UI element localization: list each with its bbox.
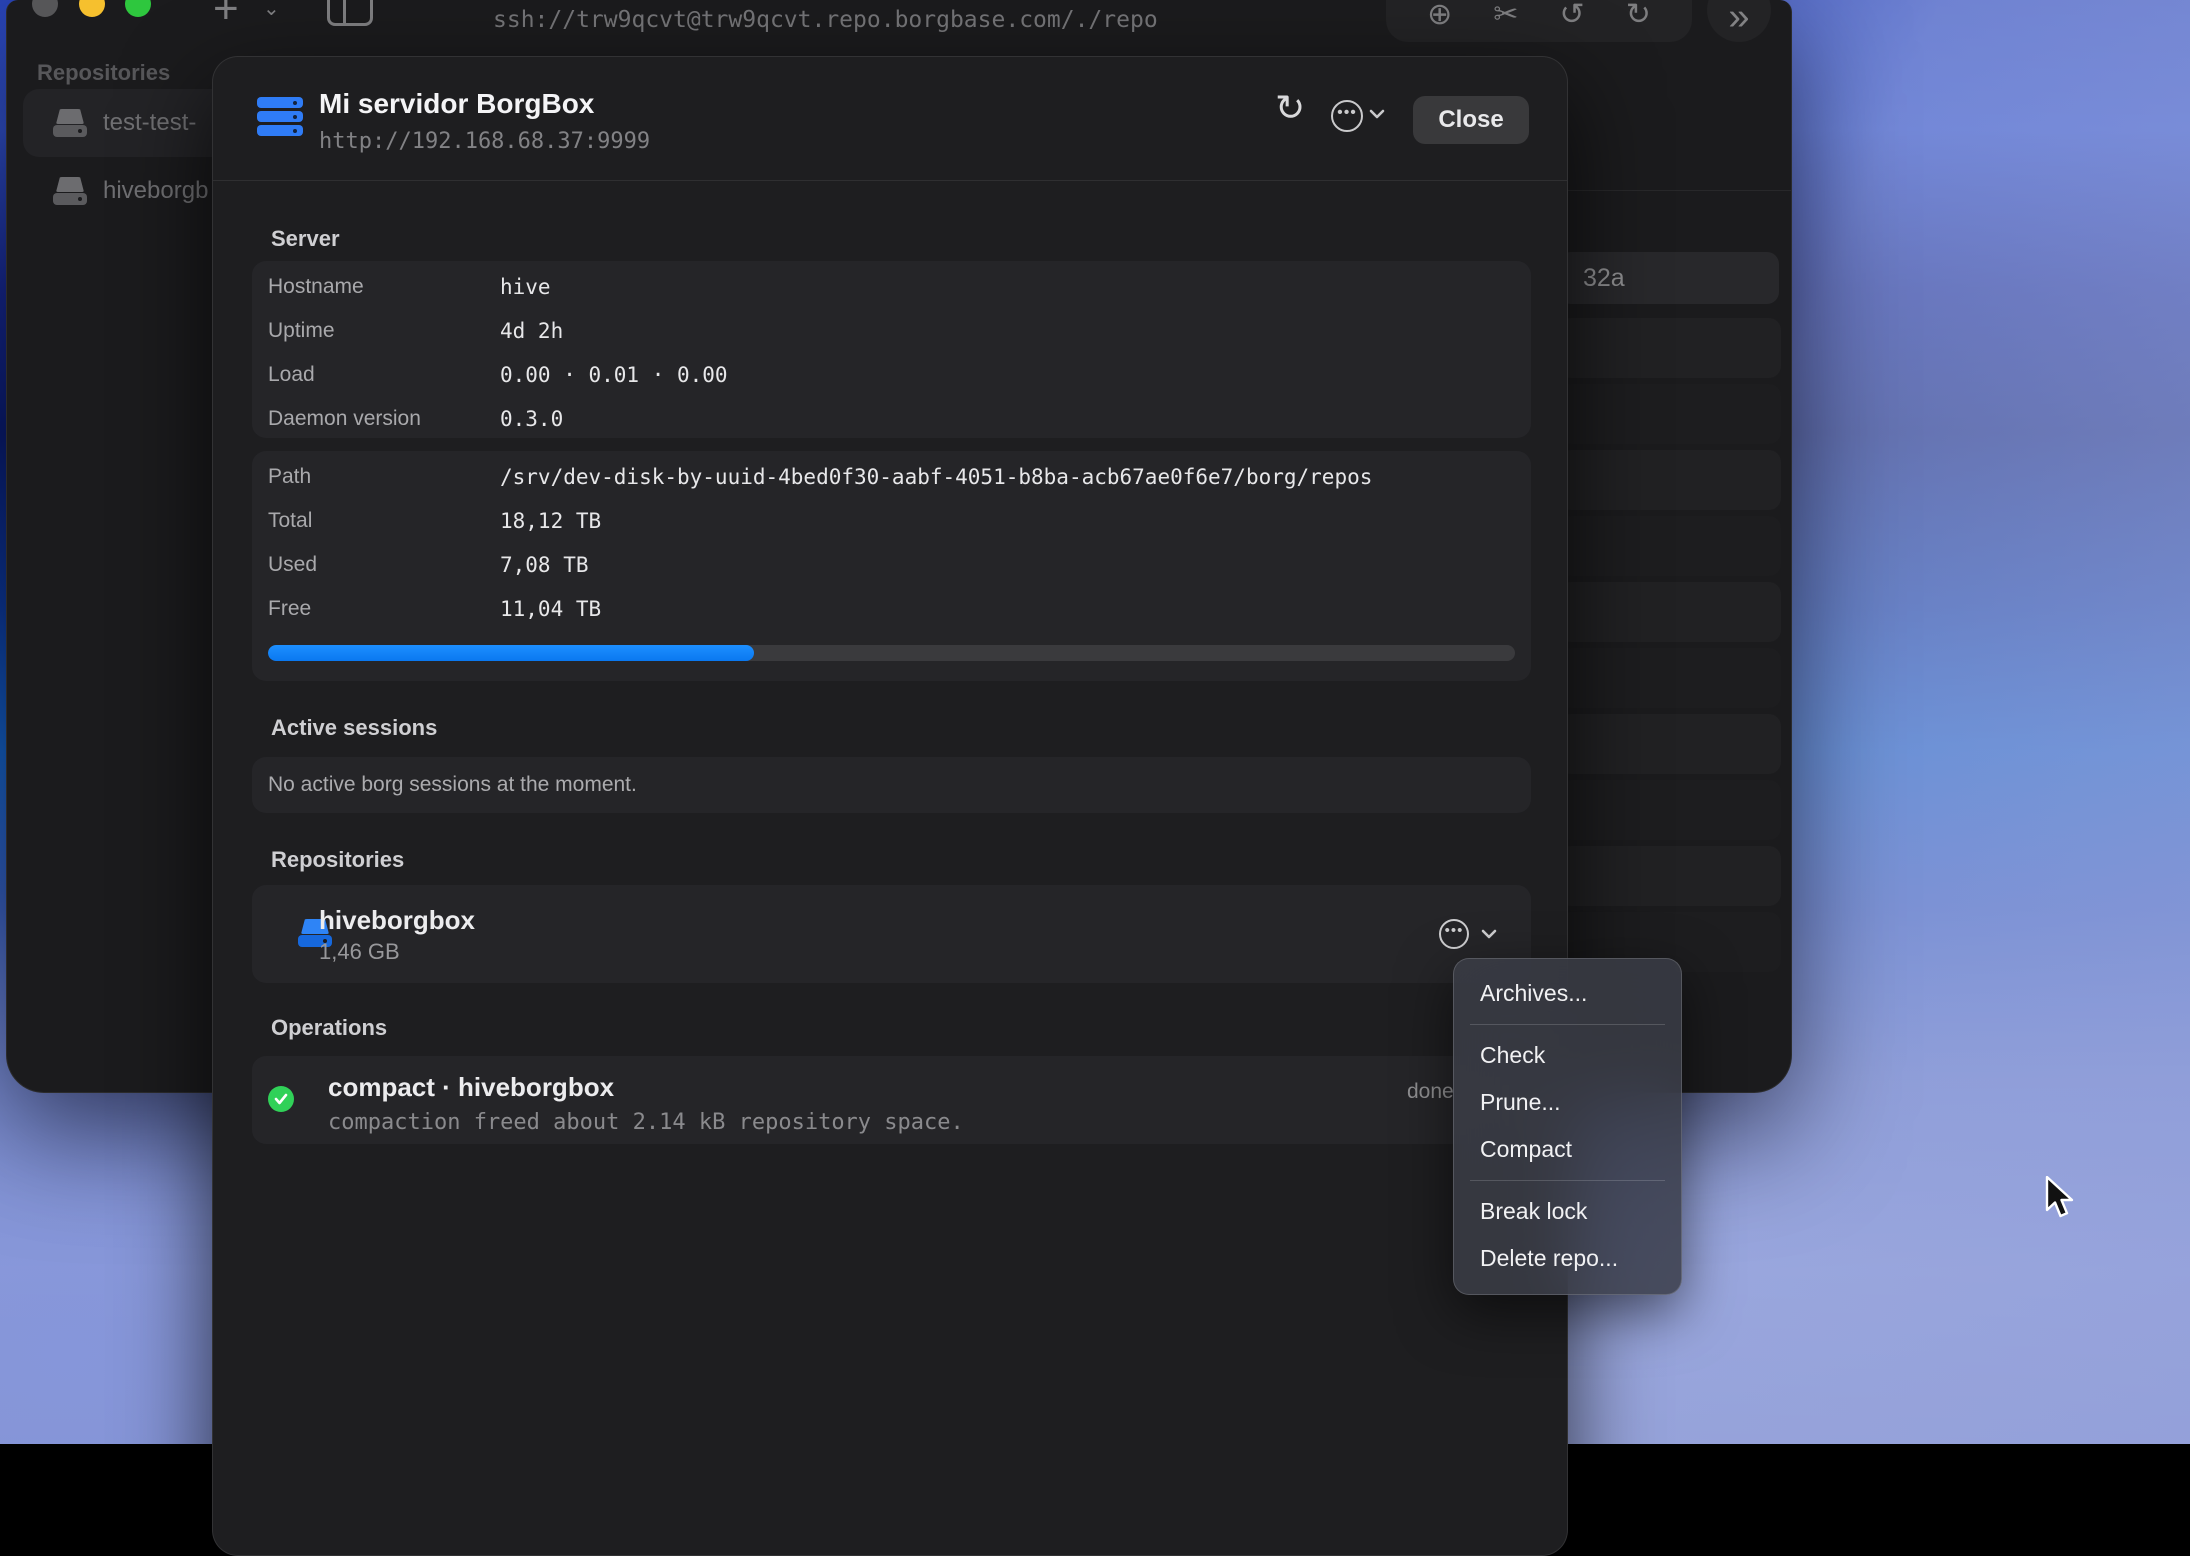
server-stack-icon: [257, 97, 303, 139]
info-row: Path /srv/dev-disk-by-uuid-4bed0f30-aabf…: [252, 455, 1531, 499]
operation-detail: compaction freed about 2.14 kB repositor…: [328, 1110, 964, 1135]
refresh-icon[interactable]: ↻: [1275, 87, 1305, 129]
active-sessions-card: No active borg sessions at the moment.: [252, 757, 1531, 813]
archive-row-label: 32a: [1583, 264, 1625, 293]
info-row: Load 0.00 · 0.01 · 0.00: [252, 353, 1531, 397]
info-row: Hostname hive: [252, 265, 1531, 309]
window-close-button[interactable]: [32, 0, 58, 17]
repositories-section-heading: Repositories: [271, 847, 404, 873]
list-row-placeholder: [1559, 516, 1781, 576]
row-value: /srv/dev-disk-by-uuid-4bed0f30-aabf-4051…: [500, 465, 1372, 489]
list-row-placeholder: [1559, 450, 1781, 510]
mouse-cursor: [2044, 1176, 2078, 1222]
list-row-placeholder: [1559, 582, 1781, 642]
toolbar-button-group: ⊕ ✂ ↺ ↻: [1386, 0, 1692, 42]
row-value: 4d 2h: [500, 319, 563, 343]
prune-scissors-icon[interactable]: ✂: [1493, 0, 1518, 30]
menu-divider: [1470, 1180, 1665, 1181]
operations-section-heading: Operations: [271, 1015, 387, 1041]
row-label: Uptime: [268, 319, 500, 343]
server-info-card: Hostname hive Uptime 4d 2h Load 0.00 · 0…: [252, 261, 1531, 438]
menu-divider: [1470, 1024, 1665, 1025]
history-icon[interactable]: ↺: [1560, 0, 1585, 30]
repository-context-menu: Archives... Check Prune... Compact Break…: [1453, 958, 1682, 1295]
double-chevron-icon: »: [1728, 0, 1749, 36]
list-row-placeholder: [1559, 780, 1781, 840]
add-repository-icon[interactable]: +: [213, 0, 239, 34]
disk-usage-progress-fill: [268, 645, 754, 661]
menu-item-prune[interactable]: Prune...: [1454, 1079, 1681, 1126]
menu-item-archives[interactable]: Archives...: [1454, 970, 1681, 1017]
row-label: Used: [268, 553, 500, 577]
row-value: 18,12 TB: [500, 509, 601, 533]
sheet-header: Mi servidor BorgBox http://192.168.68.37…: [213, 57, 1567, 180]
repository-name: hiveborgbox: [319, 905, 475, 936]
sheet-title: Mi servidor BorgBox: [319, 88, 594, 120]
storage-info-card: Path /srv/dev-disk-by-uuid-4bed0f30-aabf…: [252, 451, 1531, 681]
sidebar-item-label: hiveborgb: [103, 177, 208, 205]
window-zoom-button[interactable]: [125, 0, 151, 17]
operation-title: compact · hiveborgbox: [328, 1072, 614, 1103]
server-url: http://192.168.68.37:9999: [319, 129, 650, 154]
sidebar-section-header: Repositories: [37, 60, 170, 86]
disk-usage-progress-bar: [268, 645, 1515, 661]
header-divider: [213, 180, 1567, 181]
info-row: Used 7,08 TB: [252, 543, 1531, 587]
sidebar-item-label: test-test-: [103, 109, 196, 137]
toggle-sidebar-icon[interactable]: [327, 0, 373, 26]
repository-size: 1,46 GB: [319, 939, 400, 965]
operation-status: done: [1407, 1080, 1453, 1104]
no-sessions-text: No active borg sessions at the moment.: [268, 773, 637, 797]
row-value: 11,04 TB: [500, 597, 601, 621]
menu-item-check[interactable]: Check: [1454, 1032, 1681, 1079]
info-row: Total 18,12 TB: [252, 499, 1531, 543]
repository-row[interactable]: hiveborgbox 1,46 GB •••: [252, 885, 1531, 983]
archive-row-behind-sheet[interactable]: 32a: [1559, 252, 1779, 304]
list-row-placeholder: [1559, 846, 1781, 906]
window-subtitle-ssh-url: ssh://trw9qcvt@trw9qcvt.repo.borgbase.co…: [493, 7, 1158, 33]
menu-item-break-lock[interactable]: Break lock: [1454, 1188, 1681, 1235]
repository-ellipsis-menu-icon[interactable]: •••: [1439, 919, 1469, 949]
row-value: 0.00 · 0.01 · 0.00: [500, 363, 728, 387]
add-menu-chevron-icon[interactable]: ⌄: [263, 0, 280, 21]
row-value: hive: [500, 275, 551, 299]
drive-icon: [53, 177, 87, 205]
chevron-down-icon[interactable]: [1369, 109, 1385, 119]
info-row: Uptime 4d 2h: [252, 309, 1531, 353]
chevron-down-icon[interactable]: [1481, 929, 1497, 939]
refresh-icon[interactable]: ↻: [1626, 0, 1651, 30]
close-button[interactable]: Close: [1413, 96, 1529, 144]
server-detail-sheet: Mi servidor BorgBox http://192.168.68.37…: [212, 56, 1568, 1556]
drive-icon: [53, 109, 87, 137]
menu-item-compact[interactable]: Compact: [1454, 1126, 1681, 1173]
row-label: Load: [268, 363, 500, 387]
server-section-heading: Server: [271, 226, 340, 252]
ellipsis-menu-icon[interactable]: •••: [1331, 100, 1363, 132]
operation-row: compact · hiveborgbox compaction freed a…: [252, 1056, 1531, 1144]
row-label: Free: [268, 597, 500, 621]
list-row-placeholder: [1559, 648, 1781, 708]
row-label: Path: [268, 465, 500, 489]
success-check-icon: [268, 1086, 294, 1112]
info-row: Free 11,04 TB: [252, 587, 1531, 631]
more-toolbar-items-button[interactable]: »: [1707, 0, 1771, 42]
row-value: 7,08 TB: [500, 553, 589, 577]
list-row-placeholder: [1559, 318, 1781, 378]
add-circle-icon[interactable]: ⊕: [1427, 0, 1452, 30]
sessions-section-heading: Active sessions: [271, 715, 437, 741]
window-minimize-button[interactable]: [79, 0, 105, 17]
row-label: Daemon version: [268, 407, 500, 431]
list-row-placeholder: [1559, 384, 1781, 444]
row-value: 0.3.0: [500, 407, 563, 431]
info-row: Daemon version 0.3.0: [252, 397, 1531, 441]
list-row-placeholder: [1559, 714, 1781, 774]
row-label: Total: [268, 509, 500, 533]
row-label: Hostname: [268, 275, 500, 299]
menu-item-delete-repo[interactable]: Delete repo...: [1454, 1235, 1681, 1282]
